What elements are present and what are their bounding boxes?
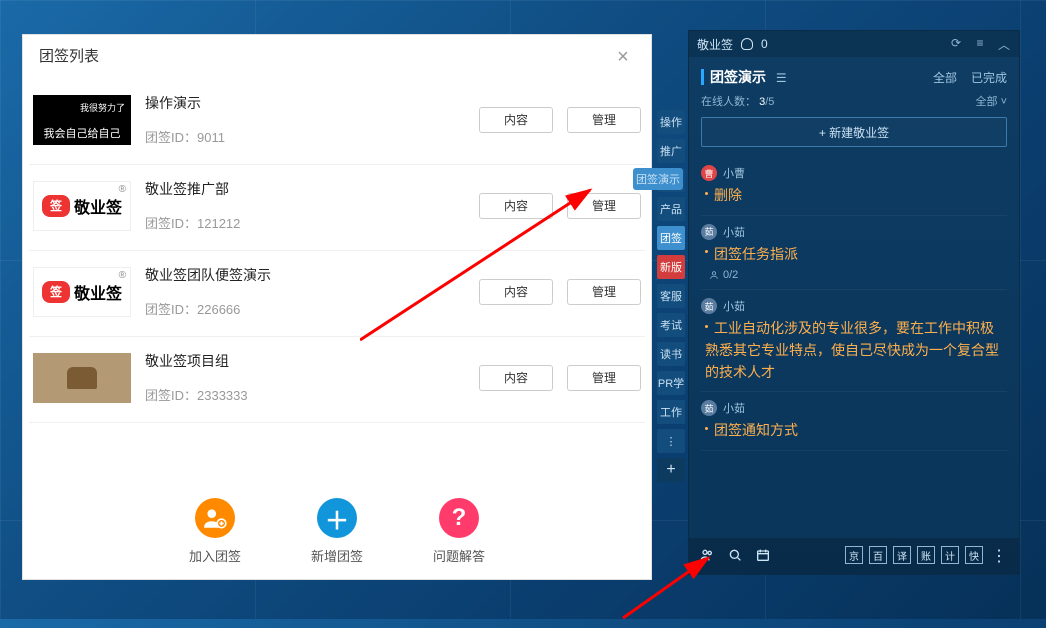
menu-icon[interactable]: ≡ (973, 36, 987, 53)
content-button[interactable]: 内容 (479, 365, 553, 391)
note-item[interactable]: 茹小茹 团签任务指派 0/2 (701, 216, 1007, 291)
side-tag[interactable]: 新版 (657, 255, 685, 279)
side-tag[interactable]: 团签 (657, 226, 685, 250)
add-team-button[interactable]: ＋ 新增团签 (311, 498, 363, 565)
online-dropdown[interactable]: 全部 ˅ (976, 93, 1007, 109)
search-icon[interactable] (727, 547, 743, 566)
team-id: 团签ID：226666 (145, 299, 479, 318)
side-tag[interactable]: ⋮ (657, 429, 685, 453)
team-title: 敬业签团队便签演示 (145, 265, 479, 285)
team-row: ® 签敬业签 敬业签推广部 团签ID：121212 内容 管理 (29, 165, 645, 251)
side-tag[interactable]: 读书 (657, 342, 685, 366)
team-row: 敬业签项目组 团签ID：2333333 内容 管理 (29, 337, 645, 423)
filter-done[interactable]: 已完成 (971, 69, 1007, 86)
team-list-dialog: 团签列表 × 我很努力了 我会自己给自己 操作演示 团签ID：9011 内容 管… (22, 34, 652, 580)
team-row: 我很努力了 我会自己给自己 操作演示 团签ID：9011 内容 管理 (29, 79, 645, 165)
app-titlebar: 敬业签 0 ⟳ ≡ ︿ (689, 31, 1019, 57)
quick-links: 京百译账计快 ⋮ (845, 546, 1009, 566)
avatar: 茹 (701, 298, 717, 314)
filter-all[interactable]: 全部 (933, 69, 957, 86)
app-bottom-bar: 京百译账计快 ⋮ (689, 538, 1019, 574)
plus-icon: ＋ (317, 498, 357, 538)
quick-link[interactable]: 百 (869, 546, 887, 564)
team-thumbnail: ® 签敬业签 (33, 267, 131, 317)
add-tag-button[interactable]: + (657, 458, 685, 482)
note-item[interactable]: 茹小茹 工业自动化涉及的专业很多，要在工作中积极熟悉其它专业特点，使自己尽快成为… (701, 290, 1007, 392)
notification-count: 0 (761, 37, 768, 51)
bell-icon[interactable] (741, 38, 753, 50)
collapse-icon[interactable]: ︿ (997, 36, 1011, 53)
note-item[interactable]: 茹小茹 团签通知方式 (701, 392, 1007, 451)
content-button[interactable]: 内容 (479, 107, 553, 133)
team-id: 团签ID：2333333 (145, 385, 479, 404)
side-tag[interactable]: PR学 (657, 371, 685, 395)
team-row: ® 签敬业签 敬业签团队便签演示 团签ID：226666 内容 管理 (29, 251, 645, 337)
manage-button[interactable]: 管理 (567, 193, 641, 219)
close-icon[interactable]: × (611, 45, 635, 69)
team-thumbnail: ® 签敬业签 (33, 181, 131, 231)
manage-button[interactable]: 管理 (567, 365, 641, 391)
avatar: 曹 (701, 165, 717, 181)
more-icon[interactable]: ⋮ (989, 546, 1009, 566)
team-id: 团签ID：9011 (145, 127, 479, 146)
quick-link[interactable]: 账 (917, 546, 935, 564)
active-tag-tooltip: 团签演示 (633, 168, 683, 190)
calendar-icon[interactable] (755, 547, 771, 566)
sync-icon[interactable]: ⟳ (949, 36, 963, 53)
new-note-button[interactable]: + 新建敬业签 (701, 117, 1007, 147)
content-button[interactable]: 内容 (479, 279, 553, 305)
manage-button[interactable]: 管理 (567, 279, 641, 305)
side-tag[interactable]: 产品 (657, 197, 685, 221)
manage-button[interactable]: 管理 (567, 107, 641, 133)
team-title: 敬业签项目组 (145, 351, 479, 371)
notes-list: 曹小曹 删除 茹小茹 团签任务指派 0/2 茹小茹 工业自动化涉及的专业很多，要… (689, 157, 1019, 451)
side-tag[interactable]: 工作 (657, 400, 685, 424)
team-title: 操作演示 (145, 93, 479, 113)
quick-link[interactable]: 京 (845, 546, 863, 564)
side-tag[interactable]: 推广 (657, 139, 685, 163)
avatar: 茹 (701, 400, 717, 416)
note-body: 工业自动化涉及的专业很多，要在工作中积极熟悉其它专业特点，使自己尽快成为一个复合… (701, 318, 1007, 383)
dialog-title: 团签列表 (39, 35, 99, 79)
note-body: 团签任务指派 (701, 244, 1007, 266)
members-icon[interactable] (699, 547, 715, 566)
team-thumbnail: 我很努力了 我会自己给自己 (33, 95, 131, 145)
note-body: 删除 (701, 185, 1007, 207)
note-item[interactable]: 曹小曹 删除 (701, 157, 1007, 216)
team-list: 我很努力了 我会自己给自己 操作演示 团签ID：9011 内容 管理 ® 签敬业… (23, 79, 651, 423)
avatar: 茹 (701, 224, 717, 240)
quick-link[interactable]: 计 (941, 546, 959, 564)
dialog-footer: 加入团签 ＋ 新增团签 ? 问题解答 (23, 498, 651, 565)
join-team-button[interactable]: 加入团签 (189, 498, 241, 565)
question-icon: ? (439, 498, 479, 538)
team-id: 团签ID：121212 (145, 213, 479, 232)
app-name: 敬业签 (697, 36, 733, 53)
side-tag[interactable]: 操作 (657, 110, 685, 134)
content-button[interactable]: 内容 (479, 193, 553, 219)
note-body: 团签通知方式 (701, 420, 1007, 442)
side-tags: 团签演示 操作推广工作产品团签新版客服考试读书PR学工作⋮+ (657, 110, 685, 482)
app-panel: 敬业签 0 ⟳ ≡ ︿ 团签演示 ☰ 全部 已完成 在线人数： 3/5 全部 ˅… (688, 30, 1020, 575)
team-title: 敬业签推广部 (145, 179, 479, 199)
team-thumbnail (33, 353, 131, 403)
quick-link[interactable]: 快 (965, 546, 983, 564)
help-button[interactable]: ? 问题解答 (433, 498, 485, 565)
quick-link[interactable]: 译 (893, 546, 911, 564)
side-tag[interactable]: 客服 (657, 284, 685, 308)
join-icon (195, 498, 235, 538)
title-menu-icon[interactable]: ☰ (776, 71, 787, 85)
assignee-count: 0/2 (701, 269, 1007, 281)
panel-title: 团签演示 (701, 69, 766, 85)
side-tag[interactable]: 考试 (657, 313, 685, 337)
